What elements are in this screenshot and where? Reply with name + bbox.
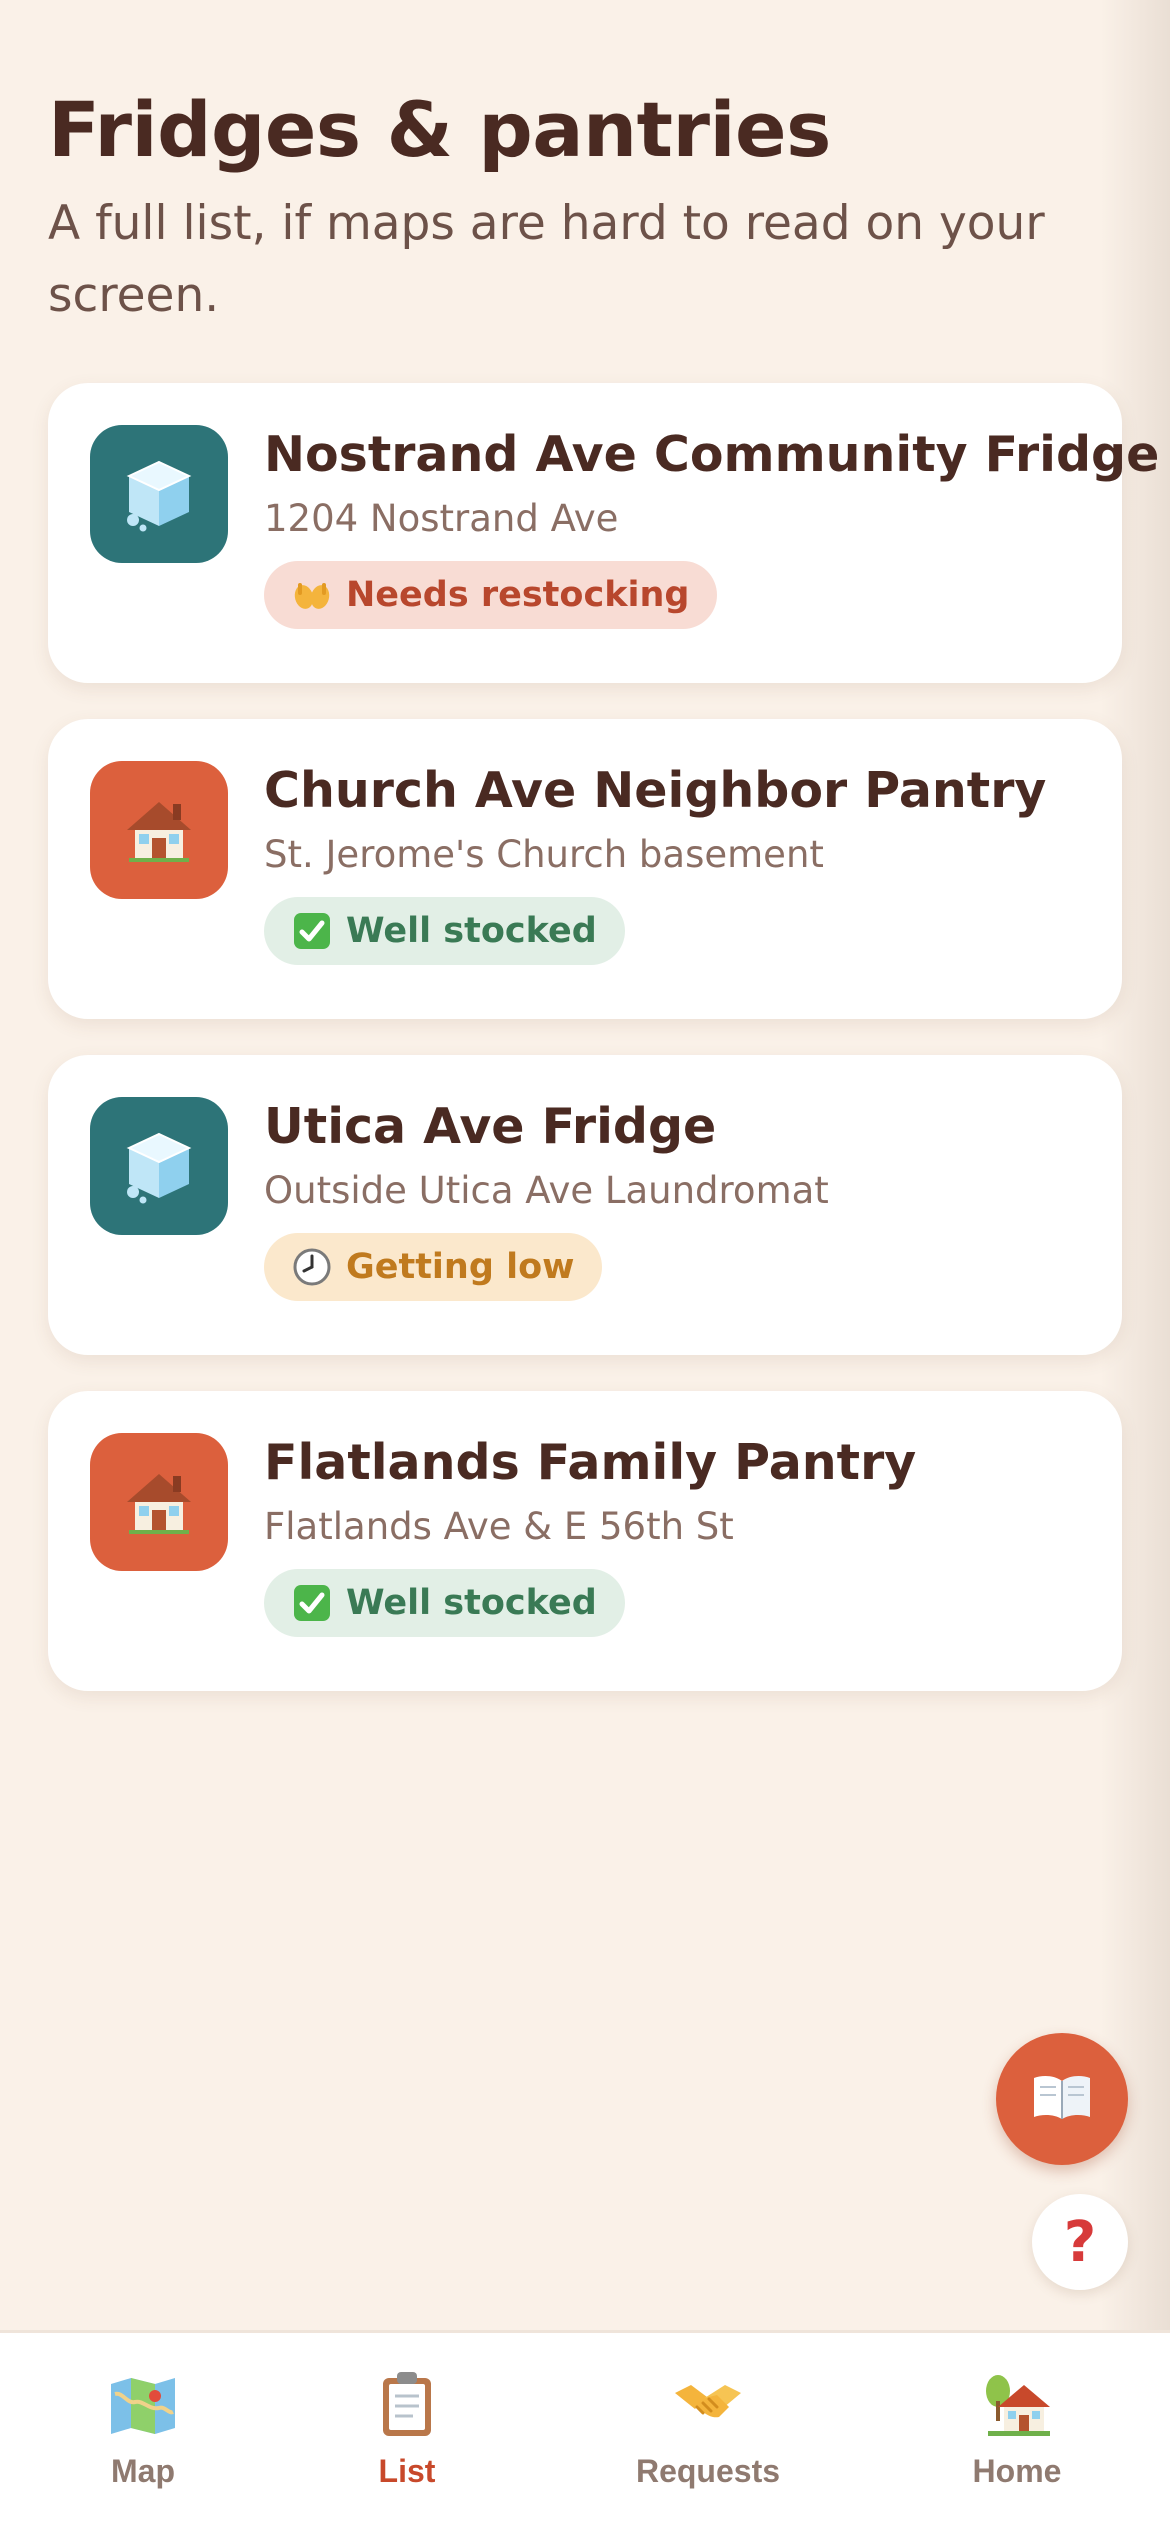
help-label: ?	[1063, 2209, 1097, 2275]
tab-label: Requests	[635, 2453, 781, 2489]
check-mark-icon	[290, 1581, 334, 1625]
map-icon	[108, 2369, 178, 2439]
status-label: Needs restocking	[346, 575, 690, 615]
clipboard-icon	[372, 2369, 442, 2439]
status-label: Well stocked	[346, 911, 597, 951]
handshake-icon	[673, 2369, 743, 2439]
tab-label: Map	[111, 2453, 175, 2489]
tab-label: List	[378, 2453, 436, 2489]
house-icon	[982, 2369, 1052, 2439]
status-label: Well stocked	[346, 1583, 597, 1623]
location-name: Utica Ave Fridge	[264, 1098, 717, 1155]
page-subtitle: A full list, if maps are hard to read on…	[48, 196, 1045, 323]
ice-cube-icon	[90, 425, 228, 563]
status-badge: Needs restocking	[264, 561, 718, 629]
location-card-church-ave[interactable]: Church Ave Neighbor Pantry St. Jerome's …	[48, 719, 1122, 1019]
status-badge: Well stocked	[264, 897, 625, 965]
tab-label: Home	[972, 2453, 1062, 2489]
open-hands-icon	[290, 573, 334, 617]
open-book-icon	[1030, 2071, 1094, 2127]
check-mark-icon	[290, 909, 334, 953]
bottom-tab-bar: Map List Requests Home	[0, 2330, 1170, 2532]
guide-button[interactable]	[996, 2033, 1128, 2165]
location-list: Nostrand Ave Community Fridge 1204 Nostr…	[48, 383, 1160, 1727]
help-button[interactable]: ?	[1032, 2194, 1128, 2290]
location-address: Outside Utica Ave Laundromat	[264, 1169, 829, 1212]
ice-cube-icon	[90, 1097, 228, 1235]
location-name: Nostrand Ave Community Fridge	[264, 426, 1160, 483]
location-address: 1204 Nostrand Ave	[264, 497, 619, 540]
clock-icon	[290, 1245, 334, 1289]
page-header: Fridges & pantries A full list, if maps …	[48, 80, 1088, 332]
location-card-nostrand[interactable]: Nostrand Ave Community Fridge 1204 Nostr…	[48, 383, 1160, 683]
tab-list[interactable]: List	[307, 2369, 507, 2490]
status-badge: Getting low	[264, 1233, 603, 1301]
location-name: Flatlands Family Pantry	[264, 1434, 917, 1491]
page-title: Fridges & pantries	[48, 85, 831, 174]
location-address: St. Jerome's Church basement	[264, 833, 824, 876]
house-icon	[90, 761, 228, 899]
tab-map[interactable]: Map	[43, 2369, 243, 2490]
tab-home[interactable]: Home	[917, 2369, 1117, 2490]
location-address: Flatlands Ave & E 56th St	[264, 1505, 734, 1548]
status-label: Getting low	[346, 1247, 575, 1287]
tab-requests[interactable]: Requests	[608, 2369, 808, 2490]
location-name: Church Ave Neighbor Pantry	[264, 762, 1047, 819]
location-card-flatlands[interactable]: Flatlands Family Pantry Flatlands Ave & …	[48, 1391, 1122, 1691]
status-badge: Well stocked	[264, 1569, 625, 1637]
location-card-utica[interactable]: Utica Ave Fridge Outside Utica Ave Laund…	[48, 1055, 1122, 1355]
house-icon	[90, 1433, 228, 1571]
